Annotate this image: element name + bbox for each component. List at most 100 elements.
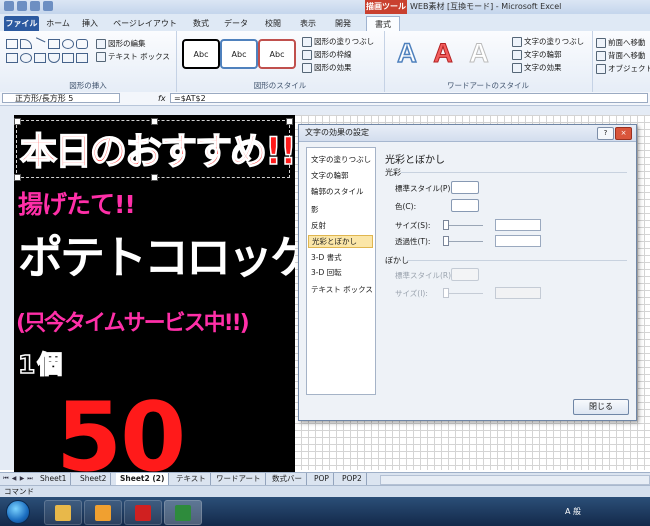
promo-headline[interactable]: 本日のおすすめ!!: [19, 121, 295, 175]
insert-function-button[interactable]: fx: [158, 92, 166, 105]
star-shape-icon[interactable]: [62, 53, 74, 63]
rectangle-shape-icon[interactable]: [6, 39, 18, 49]
text-outline-button[interactable]: 文字の輪郭: [512, 49, 562, 60]
sheet-tab-pop2[interactable]: POP2: [338, 473, 367, 485]
text-effects-button[interactable]: 文字の効果: [512, 62, 562, 73]
prev-sheet-icon[interactable]: ◀: [10, 475, 18, 483]
shape-style-blue[interactable]: Abc: [220, 39, 258, 69]
category-shadow[interactable]: 影: [311, 204, 319, 215]
glow-size-slider[interactable]: [443, 225, 483, 226]
glow-preset-dropdown[interactable]: [451, 181, 479, 194]
category-3d-rotation[interactable]: 3-D 回転: [311, 267, 342, 278]
tab-developer[interactable]: 開発: [332, 16, 354, 31]
help-button[interactable]: ?: [597, 127, 614, 140]
promo-product[interactable]: ポテトコロッケ: [18, 221, 295, 286]
shape-effects-button[interactable]: 図形の効果: [302, 62, 352, 73]
resize-handle[interactable]: [151, 174, 158, 181]
save-icon[interactable]: [17, 1, 27, 11]
promo-time-sale[interactable]: (只今タイムサービス中!!): [16, 305, 250, 337]
glow-transparency-spinner[interactable]: [495, 235, 541, 247]
taskbar-app-red[interactable]: [124, 500, 162, 525]
text-fill-button[interactable]: 文字の塗りつぶし: [512, 36, 584, 47]
bring-forward-button[interactable]: 前面へ移動: [596, 37, 646, 48]
square-shape-icon[interactable]: [48, 39, 60, 49]
send-backward-button[interactable]: 背面へ移動: [596, 50, 646, 61]
sheet-tab-sheet1[interactable]: Sheet1: [36, 473, 72, 485]
tab-review[interactable]: 校閲: [262, 16, 284, 31]
system-tray[interactable]: A 般: [565, 497, 581, 526]
taskbar-outlook[interactable]: [84, 500, 122, 525]
wordart-style-red[interactable]: A: [428, 36, 458, 70]
brace-shape-icon[interactable]: [48, 53, 60, 63]
category-outline-style[interactable]: 輪郭のスタイル: [311, 186, 364, 197]
tab-home[interactable]: ホーム: [44, 16, 72, 31]
first-sheet-icon[interactable]: ⏮: [2, 475, 10, 483]
horizontal-scrollbar[interactable]: [380, 475, 650, 485]
textbox-shape-icon[interactable]: [20, 39, 32, 49]
category-reflection[interactable]: 反射: [311, 220, 326, 231]
arrow-shape-icon[interactable]: [34, 53, 46, 63]
glow-color-dropdown[interactable]: [451, 199, 479, 212]
shape-outline-button[interactable]: 図形の枠線: [302, 49, 352, 60]
redo-icon[interactable]: [43, 1, 53, 11]
sheet-tab-sheet2[interactable]: Sheet2: [76, 473, 112, 485]
start-orb-icon[interactable]: [6, 500, 30, 524]
rounded-rect-shape-icon[interactable]: [76, 39, 88, 49]
tab-file[interactable]: ファイル: [4, 16, 39, 31]
sheet-tab-sheet2-copy[interactable]: Sheet2 (2): [116, 473, 170, 485]
row-headers[interactable]: [0, 115, 15, 470]
sheet-tab-pop[interactable]: POP: [310, 473, 334, 485]
circle-shape-icon[interactable]: [20, 53, 32, 63]
tab-view[interactable]: 表示: [296, 16, 320, 31]
selection-pane-button[interactable]: オブジェクト: [596, 63, 650, 74]
shape-fill-button[interactable]: 図形の塗りつぶし: [302, 36, 374, 47]
soft-edges-preset-dropdown[interactable]: [451, 268, 479, 281]
promo-fresh[interactable]: 揚げたて!!: [18, 185, 136, 221]
name-box[interactable]: 正方形/長方形 5: [2, 93, 120, 103]
promo-price[interactable]: 50: [56, 383, 186, 472]
sheet-tab-formula-bar[interactable]: 数式バー: [268, 473, 307, 485]
shape-style-black[interactable]: Abc: [182, 39, 220, 69]
tab-data[interactable]: データ: [222, 16, 250, 31]
soft-edges-divider: [407, 260, 627, 261]
formula-input[interactable]: =$AT$2: [170, 93, 648, 103]
taskbar-explorer[interactable]: [44, 500, 82, 525]
promo-unit[interactable]: 1個: [17, 345, 64, 381]
sheet-tab-text[interactable]: テキスト: [172, 473, 211, 485]
tab-page-layout[interactable]: ページレイアウト: [110, 16, 180, 31]
glow-size-spinner[interactable]: [495, 219, 541, 231]
dialog-close-button[interactable]: ×: [615, 127, 632, 140]
category-3d-format[interactable]: 3-D 書式: [311, 252, 342, 263]
soft-edges-size-slider[interactable]: [443, 293, 483, 294]
glow-size-slider-thumb[interactable]: [443, 220, 449, 230]
tab-insert[interactable]: 挿入: [78, 16, 102, 31]
wordart-style-outline-blue[interactable]: A: [392, 36, 422, 70]
last-sheet-icon[interactable]: ⏭: [26, 475, 34, 483]
soft-edges-size-slider-thumb[interactable]: [443, 288, 449, 298]
edit-shape-button[interactable]: 図形の編集: [96, 38, 146, 49]
glow-transparency-slider-thumb[interactable]: [443, 236, 449, 246]
taskbar-excel[interactable]: [164, 500, 202, 525]
glow-transparency-slider[interactable]: [443, 241, 483, 242]
quick-access-toolbar: [4, 1, 53, 13]
dialog-title-bar[interactable]: 文字の効果の設定 ? ×: [299, 125, 636, 142]
category-text-fill[interactable]: 文字の塗りつぶし: [311, 154, 371, 165]
tab-format[interactable]: 書式: [366, 16, 400, 32]
category-text-box[interactable]: テキスト ボックス: [311, 284, 373, 295]
text-box-button[interactable]: テキスト ボックス: [96, 51, 170, 62]
oval-shape-icon[interactable]: [62, 39, 74, 49]
next-sheet-icon[interactable]: ▶: [18, 475, 26, 483]
close-button[interactable]: 閉じる: [573, 399, 629, 415]
shape-style-red[interactable]: Abc: [258, 39, 296, 69]
triangle-shape-icon[interactable]: [6, 53, 18, 63]
category-glow-soft-edges[interactable]: 光彩とぼかし: [308, 235, 373, 248]
undo-icon[interactable]: [30, 1, 40, 11]
sheet-tab-wordart[interactable]: ワードアート: [212, 473, 266, 485]
more-shapes-icon[interactable]: [76, 53, 88, 63]
soft-edges-size-spinner[interactable]: [495, 287, 541, 299]
category-text-outline[interactable]: 文字の輪郭: [311, 170, 349, 181]
line-shape-icon[interactable]: [32, 37, 46, 50]
resize-handle[interactable]: [14, 174, 21, 181]
wordart-style-white[interactable]: A: [464, 36, 494, 70]
tab-formulas[interactable]: 数式: [190, 16, 212, 31]
